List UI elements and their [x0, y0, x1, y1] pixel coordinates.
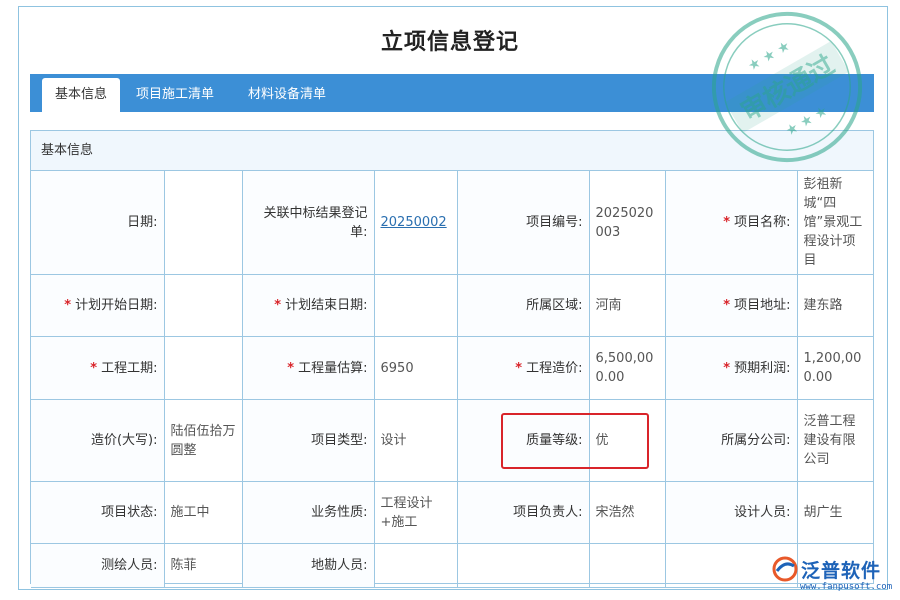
- label-branch: 所属分公司:: [664, 399, 798, 482]
- label-quality: 质量等级:: [456, 399, 590, 482]
- label-profit: * 预期利润:: [664, 336, 798, 400]
- tab-material-list[interactable]: 材料设备清单: [236, 78, 338, 112]
- required-mark: *: [274, 298, 282, 313]
- form-table: 日期: 关联中标结果登记单: 20250002 项目编号: 2025020003…: [31, 171, 873, 588]
- label-explorer: 地勘人员:: [241, 543, 375, 588]
- value-status[interactable]: 施工中: [163, 481, 243, 544]
- brand-url: www.fanpusoft.com: [800, 582, 893, 592]
- label-plan-start: * 计划开始日期:: [31, 274, 165, 337]
- value-address[interactable]: 建东路: [796, 274, 873, 337]
- form-row-4: 造价(大写): 陆佰伍拾万圆整 项目类型: 设计 质量等级: 优 所属分公司: …: [31, 399, 873, 482]
- label-cost: * 工程造价:: [456, 336, 590, 400]
- value-explorer[interactable]: [373, 543, 458, 588]
- value-manager[interactable]: 宋浩然: [588, 481, 666, 544]
- required-mark: *: [64, 298, 72, 313]
- value-project-name[interactable]: 彭祖新城“四馆”景观工程设计项目: [796, 171, 873, 275]
- empty-cell: [456, 543, 590, 588]
- brand-name: 泛普软件: [801, 559, 882, 582]
- tab-construction-list[interactable]: 项目施工清单: [124, 78, 226, 112]
- bid-result-link[interactable]: 20250002: [381, 215, 447, 230]
- form-row-3: * 工程工期: * 工程量估算: 6950 * 工程造价: 6,500,000.00 …: [31, 336, 873, 400]
- required-mark: *: [287, 360, 295, 376]
- label-region: 所属区域:: [456, 274, 590, 337]
- form-row-6: 测绘人员: 陈菲 地勘人员:: [31, 543, 873, 588]
- form-row-5: 项目状态: 施工中 业务性质: 工程设计+施工 项目负责人: 宋浩然 设计人员:…: [31, 481, 873, 544]
- label-designer: 设计人员:: [664, 481, 798, 544]
- value-quality[interactable]: 优: [588, 399, 666, 482]
- label-manager: 项目负责人:: [456, 481, 590, 544]
- value-project-no[interactable]: 2025020003: [588, 171, 666, 275]
- value-designer[interactable]: 胡广生: [796, 481, 873, 544]
- brand-logo: 泛普软件: [772, 554, 881, 584]
- value-bid-result[interactable]: 20250002: [373, 171, 458, 275]
- label-status: 项目状态:: [31, 481, 165, 544]
- tab-bar: 基本信息 项目施工清单 材料设备清单: [30, 74, 874, 112]
- value-duration[interactable]: [163, 336, 243, 400]
- value-cost[interactable]: 6,500,000.00: [588, 336, 666, 400]
- label-surveyor: 测绘人员:: [31, 543, 165, 588]
- label-business: 业务性质:: [241, 481, 375, 544]
- tab-basic-info[interactable]: 基本信息: [42, 78, 120, 112]
- brand-icon: [772, 556, 798, 582]
- basic-info-panel: 基本信息 日期: 关联中标结果登记单: 20250002 项目编号: 20250…: [30, 130, 874, 588]
- label-project-type: 项目类型:: [241, 399, 375, 482]
- required-mark: *: [90, 360, 98, 376]
- label-duration: * 工程工期:: [31, 336, 165, 400]
- value-region[interactable]: 河南: [588, 274, 666, 337]
- value-date[interactable]: [163, 171, 243, 275]
- form-row-1: 日期: 关联中标结果登记单: 20250002 项目编号: 2025020003…: [31, 171, 873, 275]
- value-plan-start[interactable]: [163, 274, 243, 337]
- value-surveyor[interactable]: 陈菲: [163, 543, 243, 588]
- label-project-name: * 项目名称:: [664, 171, 798, 275]
- label-plan-end: * 计划结束日期:: [241, 274, 375, 337]
- form-row-2: * 计划开始日期: * 计划结束日期: 所属区域: 河南 * 项目地址: 建东路: [31, 274, 873, 337]
- label-bid-result: 关联中标结果登记单:: [241, 171, 375, 275]
- value-profit[interactable]: 1,200,000.00: [796, 336, 873, 400]
- label-cost-cn: 造价(大写):: [31, 399, 165, 482]
- label-address: * 项目地址:: [664, 274, 798, 337]
- value-plan-end[interactable]: [373, 274, 458, 337]
- required-mark: *: [723, 298, 731, 313]
- value-business[interactable]: 工程设计+施工: [373, 481, 458, 544]
- page-title: 立项信息登记: [380, 30, 519, 55]
- value-quantity[interactable]: 6950: [373, 336, 458, 400]
- label-quantity: * 工程量估算:: [241, 336, 375, 400]
- panel-title: 基本信息: [31, 131, 873, 171]
- value-branch[interactable]: 泛普工程建设有限公司: [796, 399, 873, 482]
- required-mark: *: [515, 360, 523, 376]
- required-mark: *: [723, 215, 731, 230]
- empty-cell: [588, 543, 666, 588]
- value-cost-cn[interactable]: 陆佰伍拾万圆整: [163, 399, 243, 482]
- required-mark: *: [723, 360, 731, 376]
- label-date: 日期:: [31, 171, 165, 275]
- label-project-no: 项目编号:: [456, 171, 590, 275]
- value-project-type[interactable]: 设计: [373, 399, 458, 482]
